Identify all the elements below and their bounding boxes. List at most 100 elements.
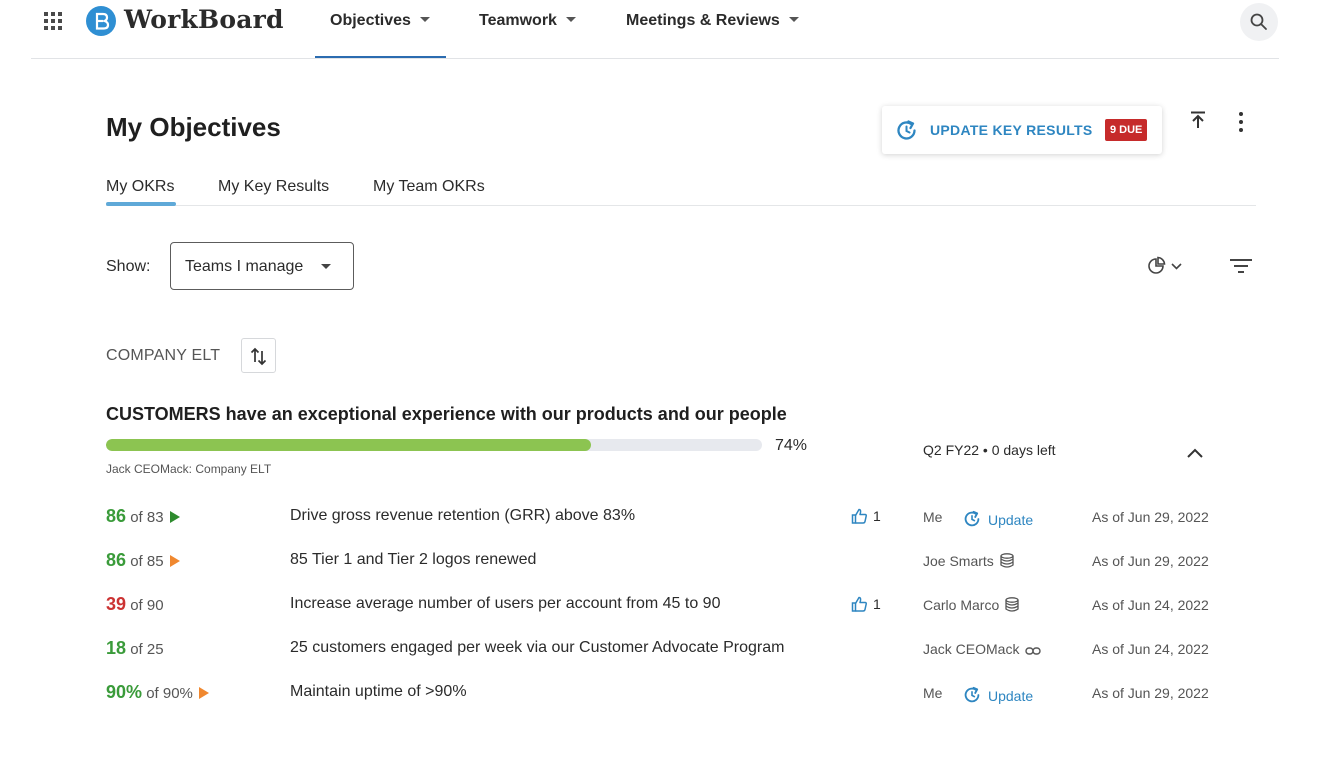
nav-tab-label: Meetings & Reviews xyxy=(626,12,780,29)
objective-owner: Jack CEOMack: Company ELT xyxy=(106,462,272,476)
key-result-score: 18 of 25 xyxy=(106,638,164,659)
show-label: Show: xyxy=(106,258,151,275)
chart-view-toggle[interactable] xyxy=(1146,256,1188,281)
key-result-current: 86 xyxy=(106,550,127,570)
key-result-title[interactable]: Increase average number of users per acc… xyxy=(290,595,720,613)
chevron-down-icon xyxy=(565,17,576,23)
key-result-owner: Jack CEOMack xyxy=(923,641,1042,659)
key-result-score: 86 of 83 xyxy=(106,506,180,527)
update-key-results-button[interactable]: UPDATE KEY RESULTS 9 DUE xyxy=(882,106,1162,154)
export-button[interactable] xyxy=(1188,110,1208,135)
owner-name: Me xyxy=(923,509,943,525)
sort-icon xyxy=(250,347,267,366)
tab-my-team-okrs[interactable]: My Team OKRs xyxy=(373,178,485,196)
key-result-row: 86 of 83 Drive gross revenue retention (G… xyxy=(0,506,1322,536)
key-result-owner: Joe Smarts xyxy=(923,553,1014,571)
key-result-target: of 25 xyxy=(126,641,164,658)
page-title: My Objectives xyxy=(106,112,281,142)
owner-name: Jack CEOMack xyxy=(923,641,1020,657)
database-icon xyxy=(1000,553,1014,571)
chevron-down-icon xyxy=(1171,263,1182,270)
key-result-target: of 85 xyxy=(126,553,164,570)
more-options-icon[interactable] xyxy=(1236,112,1246,134)
nav-tab-teamwork[interactable]: Teamwork xyxy=(479,12,576,30)
pie-chart-icon xyxy=(1148,256,1166,274)
link-icon xyxy=(1025,643,1042,659)
key-result-row: 90% of 90% Maintain uptime of >90% Me Updat… xyxy=(0,682,1322,712)
key-result-title[interactable]: 25 customers engaged per week via our Cu… xyxy=(290,639,784,657)
nav-tab-objectives[interactable]: Objectives xyxy=(330,12,430,30)
like-button[interactable]: 1 xyxy=(851,596,881,612)
subtab-divider xyxy=(106,205,1256,206)
owner-name: Joe Smarts xyxy=(923,553,994,569)
filter-button[interactable] xyxy=(1230,258,1252,279)
database-icon xyxy=(1005,597,1019,615)
update-label: Update xyxy=(988,688,1034,704)
key-result-row: 86 of 85 85 Tier 1 and Tier 2 logos renew… xyxy=(0,550,1322,580)
key-result-score: 90% of 90% xyxy=(106,682,209,703)
objective-progress-percent: 74% xyxy=(775,437,808,454)
key-result-target: of 90 xyxy=(126,597,164,614)
key-result-title[interactable]: 85 Tier 1 and Tier 2 logos renewed xyxy=(290,551,536,569)
update-label: Update xyxy=(988,512,1034,528)
trend-flag-icon xyxy=(169,555,180,568)
objective-title[interactable]: CUSTOMERS have an exceptional experience… xyxy=(106,404,787,425)
thumbs-up-icon xyxy=(851,508,873,524)
key-result-current: 39 xyxy=(106,594,127,614)
like-count: 1 xyxy=(873,508,881,524)
key-result-row: 39 of 90 Increase average number of users… xyxy=(0,594,1322,624)
key-result-owner: Me xyxy=(923,509,942,525)
search-button[interactable] xyxy=(1240,3,1278,41)
key-result-score: 39 of 90 xyxy=(106,594,164,615)
key-result-as-of: As of Jun 29, 2022 xyxy=(1092,509,1209,525)
key-result-row: 18 of 25 25 customers engaged per week vi… xyxy=(0,638,1322,668)
search-icon xyxy=(1250,13,1267,30)
nav-tab-label: Objectives xyxy=(330,12,411,29)
key-result-target: of 90% xyxy=(142,685,193,702)
owner-name: Me xyxy=(923,685,943,701)
like-button[interactable]: 1 xyxy=(851,508,881,524)
refresh-icon xyxy=(962,686,988,704)
upload-icon xyxy=(1191,111,1205,128)
show-filter-value: Teams I manage xyxy=(185,258,304,275)
filter-icon xyxy=(1230,259,1252,273)
update-link[interactable]: Update xyxy=(962,509,1033,529)
due-count-badge: 9 DUE xyxy=(1105,119,1148,141)
trend-flag-icon xyxy=(169,511,180,524)
group-title: COMPANY ELT xyxy=(106,347,221,364)
workboard-logo-icon xyxy=(86,6,116,36)
refresh-icon xyxy=(962,510,988,528)
key-result-current: 18 xyxy=(106,638,127,658)
show-filter-dropdown[interactable]: Teams I manage xyxy=(170,242,354,290)
active-subtab-indicator xyxy=(106,202,176,206)
update-key-results-label: UPDATE KEY RESULTS xyxy=(930,122,1093,138)
owner-name: Carlo Marco xyxy=(923,597,1000,613)
chevron-up-icon xyxy=(1187,448,1203,458)
key-result-title[interactable]: Maintain uptime of >90% xyxy=(290,683,467,701)
thumbs-up-icon xyxy=(851,596,873,612)
key-result-target: of 83 xyxy=(126,509,164,526)
update-link[interactable]: Update xyxy=(962,685,1033,705)
nav-tab-meetings-reviews[interactable]: Meetings & Reviews xyxy=(626,12,799,30)
key-result-owner: Carlo Marco xyxy=(923,597,1019,615)
key-result-current: 86 xyxy=(106,506,127,526)
chevron-down-icon xyxy=(788,17,799,23)
trend-flag-icon xyxy=(198,687,209,700)
refresh-icon xyxy=(894,118,919,148)
tab-my-okrs[interactable]: My OKRs xyxy=(106,178,174,196)
like-count: 1 xyxy=(873,596,881,612)
collapse-button[interactable] xyxy=(1185,446,1205,465)
chevron-down-icon xyxy=(321,264,331,269)
key-result-as-of: As of Jun 29, 2022 xyxy=(1092,685,1209,701)
key-result-owner: Me xyxy=(923,685,942,701)
sort-button[interactable] xyxy=(241,338,276,373)
app-launcher-icon[interactable] xyxy=(44,12,62,30)
objective-progress-bar xyxy=(106,439,762,451)
key-result-score: 86 of 85 xyxy=(106,550,180,571)
brand-name[interactable]: WorkBoard xyxy=(124,5,284,34)
objective-progress-fill xyxy=(106,439,592,451)
key-result-title[interactable]: Drive gross revenue retention (GRR) abov… xyxy=(290,507,635,525)
tab-my-key-results[interactable]: My Key Results xyxy=(218,178,329,196)
top-navigation: WorkBoard Objectives Teamwork Meetings &… xyxy=(0,0,1322,60)
chevron-down-icon xyxy=(419,17,430,23)
